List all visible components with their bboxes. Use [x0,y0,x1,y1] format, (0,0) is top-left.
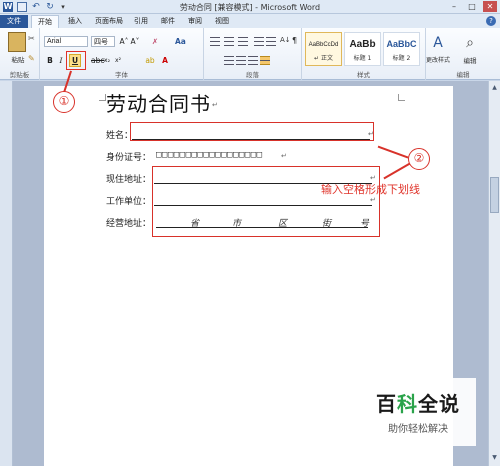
watermark-subtitle: 助你轻松解决 [388,424,448,435]
highlight-box-fields [152,166,380,237]
superscript-button[interactable]: x² [113,56,123,66]
change-case-button[interactable]: Aa [175,37,186,47]
bold-button[interactable]: B [45,56,55,66]
paragraph-group-label: 段落 [246,71,259,79]
style-heading-1[interactable]: AaBb 标题 1 [344,32,381,66]
align-center-icon[interactable] [236,56,246,65]
styles-group-label: 样式 [357,71,370,79]
numbering-icon[interactable] [224,37,234,46]
title-bar: W ↶ ↻ ▾ 劳动合同 [兼容模式] - Microsoft Word – □… [0,0,500,14]
subscript-button[interactable]: x₂ [102,56,112,66]
window-title: 劳动合同 [兼容模式] - Microsoft Word [179,3,321,12]
tab-file[interactable]: 文件 [0,15,28,28]
shrink-font-button[interactable]: A˅ [130,37,140,47]
clipboard-group: 粘贴 ✂ ✎ 剪贴板 [0,28,40,80]
format-painter-icon[interactable]: ✎ [28,54,35,63]
field-label-name: 姓名： [106,131,134,141]
help-icon[interactable]: ? [486,16,496,26]
font-name-select[interactable]: Arial [44,36,88,47]
tab-mailings[interactable]: 邮件 [155,15,181,28]
style-name: 标题 1 [353,55,372,62]
style-sample: AaBbC [386,39,417,49]
field-label-address: 现住地址： [106,175,152,185]
change-styles-label[interactable]: 更改样式 [420,55,456,64]
align-left-icon[interactable] [224,56,234,65]
increase-indent-icon[interactable] [266,37,276,46]
margin-corner [398,94,405,101]
style-normal[interactable]: AaBbCcDd ↵ 正文 [305,32,342,66]
multilevel-list-icon[interactable] [238,37,248,46]
clipboard-group-label: 剪贴板 [9,71,30,79]
step-marker-1: ① [53,91,75,113]
align-right-icon[interactable] [248,56,258,65]
document-title: 劳动合同书 [106,92,211,116]
scroll-thumb[interactable] [490,177,499,213]
cut-icon[interactable]: ✂ [28,34,35,43]
tab-home[interactable]: 开始 [31,15,59,28]
editing-button-label[interactable]: 编辑 [455,55,485,65]
field-label-id: 身份证号： [106,153,152,163]
highlight-button[interactable]: ab [145,56,155,66]
font-color-button[interactable]: A [160,56,170,66]
tab-view[interactable]: 视图 [209,15,235,28]
justify-icon[interactable] [260,56,270,65]
highlight-box-name [130,122,374,141]
style-name: ↵ 正文 [314,55,333,62]
clear-format-icon[interactable]: ✗ [150,37,160,47]
style-name: 标题 2 [392,55,411,62]
watermark-logo: 百科全说 助你轻松解决 [360,378,476,446]
vertical-ruler [0,81,13,466]
italic-button[interactable]: I [56,56,66,66]
grow-font-button[interactable]: A˄ [119,37,129,47]
bullets-icon[interactable] [210,37,220,46]
close-button[interactable]: ✕ [483,1,497,12]
style-heading-2[interactable]: AaBbC 标题 2 [383,32,420,66]
step-marker-2: ② [408,148,430,170]
underline-highlight-box [66,51,86,70]
field-label-employer: 工作单位： [106,197,152,207]
paste-icon[interactable] [8,32,26,52]
ribbon: 粘贴 ✂ ✎ 剪贴板 字体 Arial 四号 A˄ A˅ ✗ Aa B I U … [0,28,500,80]
id-number-boxes[interactable]: □□□□□□□□□□□□□□□□□□ [156,150,263,160]
tab-review[interactable]: 审阅 [182,15,208,28]
style-sample: AaBbCcDd [308,42,339,48]
editing-group-label: 编辑 [456,71,470,79]
show-marks-icon[interactable]: ¶ [292,36,297,45]
find-icon[interactable]: ⌕ [461,32,479,54]
tab-insert[interactable]: 插入 [62,15,88,28]
ribbon-tabs: 文件 开始 插入 页面布局 引用 邮件 审阅 视图 ? [0,14,500,28]
strikethrough-button[interactable]: abc [91,56,104,66]
scroll-up-icon[interactable]: ▲ [489,83,500,93]
field-label-business-address: 经营地址： [106,219,152,229]
scroll-down-icon[interactable]: ▼ [489,453,500,463]
font-size-select[interactable]: 四号 [91,36,115,47]
tab-page-layout[interactable]: 页面布局 [89,15,129,28]
decrease-indent-icon[interactable] [254,37,264,46]
minimize-button[interactable]: – [447,1,461,12]
vertical-scrollbar[interactable]: ▲ ▼ [488,81,500,466]
paragraph-mark: ↵ [281,152,287,160]
font-group-label: 字体 [115,71,128,79]
watermark-title: 百科全说 [376,392,460,416]
tab-references[interactable]: 引用 [128,15,154,28]
change-styles-icon[interactable]: A [428,32,448,54]
margin-corner [99,94,106,101]
maximize-button[interactable]: □ [465,1,479,12]
paragraph-mark: ↵ [212,101,218,109]
style-sample: AaBb [349,39,376,50]
annotation-note: 输入空格形成下划线 [321,183,420,196]
sort-icon[interactable]: A↓ [280,36,291,44]
